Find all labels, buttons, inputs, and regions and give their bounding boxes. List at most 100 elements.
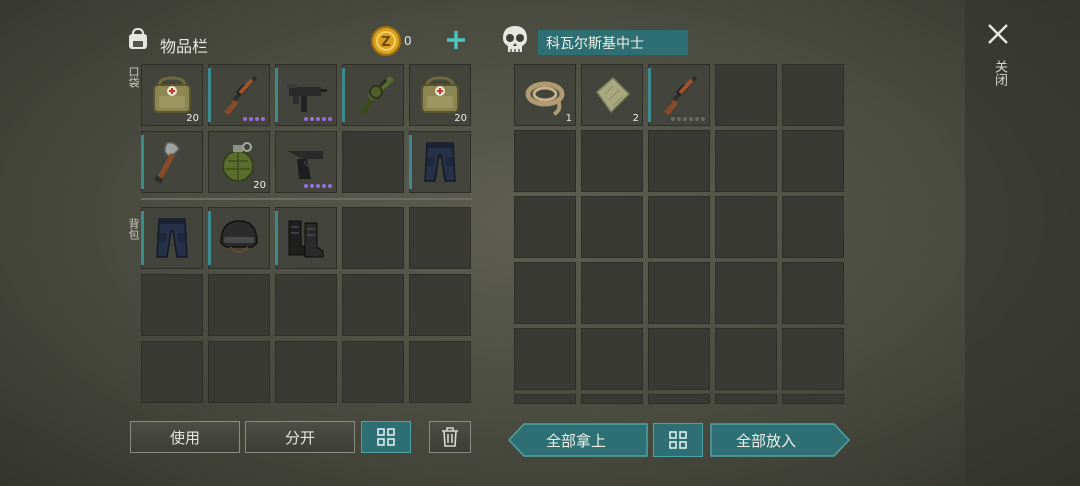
container-empty-slot[interactable] <box>514 262 576 324</box>
container-empty-slot[interactable] <box>648 262 710 324</box>
container-empty-slot[interactable] <box>648 328 710 390</box>
coin-icon: Z <box>371 26 401 56</box>
container-item-slot[interactable]: 1 <box>514 64 576 126</box>
medkit-bag-icon <box>417 72 463 118</box>
item-quantity: 2 <box>632 113 639 124</box>
sort-container-button[interactable] <box>653 423 703 457</box>
container-empty-slot[interactable] <box>514 130 576 192</box>
take-all-label: 全部拿上 <box>546 432 607 450</box>
container-empty-slot[interactable] <box>782 328 844 390</box>
pocket-item-slot[interactable] <box>275 131 337 193</box>
item-accent-bar <box>342 68 345 122</box>
sort-inventory-button[interactable] <box>361 421 411 453</box>
item-accent-bar <box>275 68 278 122</box>
backpack-empty-slot[interactable] <box>275 341 337 403</box>
pocket-empty-slot[interactable] <box>342 131 404 193</box>
split-button[interactable]: 分开 <box>245 421 355 453</box>
container-empty-slot[interactable] <box>782 130 844 192</box>
container-empty-slot[interactable] <box>715 64 777 126</box>
backpack-item-slot[interactable] <box>141 207 203 269</box>
put-all-button[interactable]: 全部放入 <box>710 423 850 457</box>
add-coins-icon[interactable] <box>445 29 467 51</box>
backpack-empty-slot[interactable] <box>342 274 404 336</box>
side-strip <box>965 0 1080 486</box>
pocket-item-slot[interactable] <box>275 64 337 126</box>
backpack-empty-slot[interactable] <box>342 341 404 403</box>
item-accent-bar <box>141 135 144 189</box>
trash-button[interactable] <box>429 421 471 453</box>
shovel-icon <box>149 139 195 185</box>
grid-sort-icon <box>377 428 395 446</box>
put-all-label: 全部放入 <box>736 432 797 450</box>
container-empty-slot[interactable] <box>581 130 643 192</box>
pocket-item-slot[interactable] <box>342 64 404 126</box>
item-quantity: 20 <box>186 113 199 124</box>
container-empty-slot[interactable] <box>782 64 844 126</box>
backpack-empty-slot[interactable] <box>141 341 203 403</box>
container-empty-slot[interactable] <box>648 130 710 192</box>
owner-name-text: 科瓦尔斯基中士 <box>546 36 644 52</box>
container-owner-name: 科瓦尔斯基中士 <box>538 30 688 55</box>
container-empty-slot[interactable] <box>581 328 643 390</box>
grenade-launcher-icon <box>350 72 396 118</box>
pants-icon <box>417 139 463 185</box>
pocket-item-slot[interactable]: 20 <box>409 64 471 126</box>
container-item-slot[interactable]: 2 <box>581 64 643 126</box>
container-empty-slot[interactable] <box>581 262 643 324</box>
item-quantity: 20 <box>454 113 467 124</box>
container-empty-slot[interactable] <box>514 394 576 404</box>
pocket-item-slot[interactable] <box>208 64 270 126</box>
container-empty-slot[interactable] <box>581 394 643 404</box>
item-quality-dots <box>304 117 332 121</box>
backpack-empty-slot[interactable] <box>409 207 471 269</box>
container-empty-slot[interactable] <box>715 328 777 390</box>
backpack-empty-slot[interactable] <box>409 274 471 336</box>
item-accent-bar <box>141 211 144 265</box>
container-empty-slot[interactable] <box>715 130 777 192</box>
close-label[interactable]: 关闭 <box>990 60 1009 86</box>
pocket-label: 口袋 <box>127 66 140 88</box>
container-empty-slot[interactable] <box>514 196 576 258</box>
shotgun-icon <box>216 72 262 118</box>
use-button[interactable]: 使用 <box>130 421 240 453</box>
backpack-empty-slot[interactable] <box>275 274 337 336</box>
take-all-button[interactable]: 全部拿上 <box>508 423 648 457</box>
pocket-item-slot[interactable]: 20 <box>208 131 270 193</box>
container-empty-slot[interactable] <box>514 328 576 390</box>
container-empty-slot[interactable] <box>715 196 777 258</box>
item-quality-dots <box>243 117 265 121</box>
container-item-slot[interactable] <box>648 64 710 126</box>
skull-icon <box>500 24 530 56</box>
trash-icon <box>442 427 458 447</box>
item-quality-dots <box>304 184 332 188</box>
container-empty-slot[interactable] <box>715 394 777 404</box>
backpack-empty-slot[interactable] <box>208 274 270 336</box>
item-accent-bar <box>409 135 412 189</box>
medkit-bag-icon <box>149 72 195 118</box>
pocket-item-slot[interactable] <box>409 131 471 193</box>
container-empty-slot[interactable] <box>782 196 844 258</box>
container-empty-slot[interactable] <box>715 262 777 324</box>
backpack-item-slot[interactable] <box>275 207 337 269</box>
backpack-item-slot[interactable] <box>208 207 270 269</box>
container-empty-slot[interactable] <box>782 262 844 324</box>
pocket-item-slot[interactable] <box>141 131 203 193</box>
pocket-item-slot[interactable]: 20 <box>141 64 203 126</box>
container-empty-slot[interactable] <box>648 196 710 258</box>
backpack-empty-slot[interactable] <box>208 341 270 403</box>
split-button-label: 分开 <box>284 428 315 447</box>
container-empty-slot[interactable] <box>648 394 710 404</box>
backpack-empty-slot[interactable] <box>141 274 203 336</box>
item-accent-bar <box>208 211 211 265</box>
frag-grenade-icon <box>216 139 262 185</box>
container-empty-slot[interactable] <box>782 394 844 404</box>
backpack-empty-slot[interactable] <box>342 207 404 269</box>
use-button-label: 使用 <box>169 428 200 447</box>
container-empty-slot[interactable] <box>581 196 643 258</box>
pants-icon <box>149 215 195 261</box>
item-quantity: 1 <box>565 113 572 124</box>
item-accent-bar <box>208 68 211 122</box>
item-accent-bar <box>275 211 278 265</box>
backpack-empty-slot[interactable] <box>409 341 471 403</box>
close-icon[interactable] <box>986 22 1010 46</box>
